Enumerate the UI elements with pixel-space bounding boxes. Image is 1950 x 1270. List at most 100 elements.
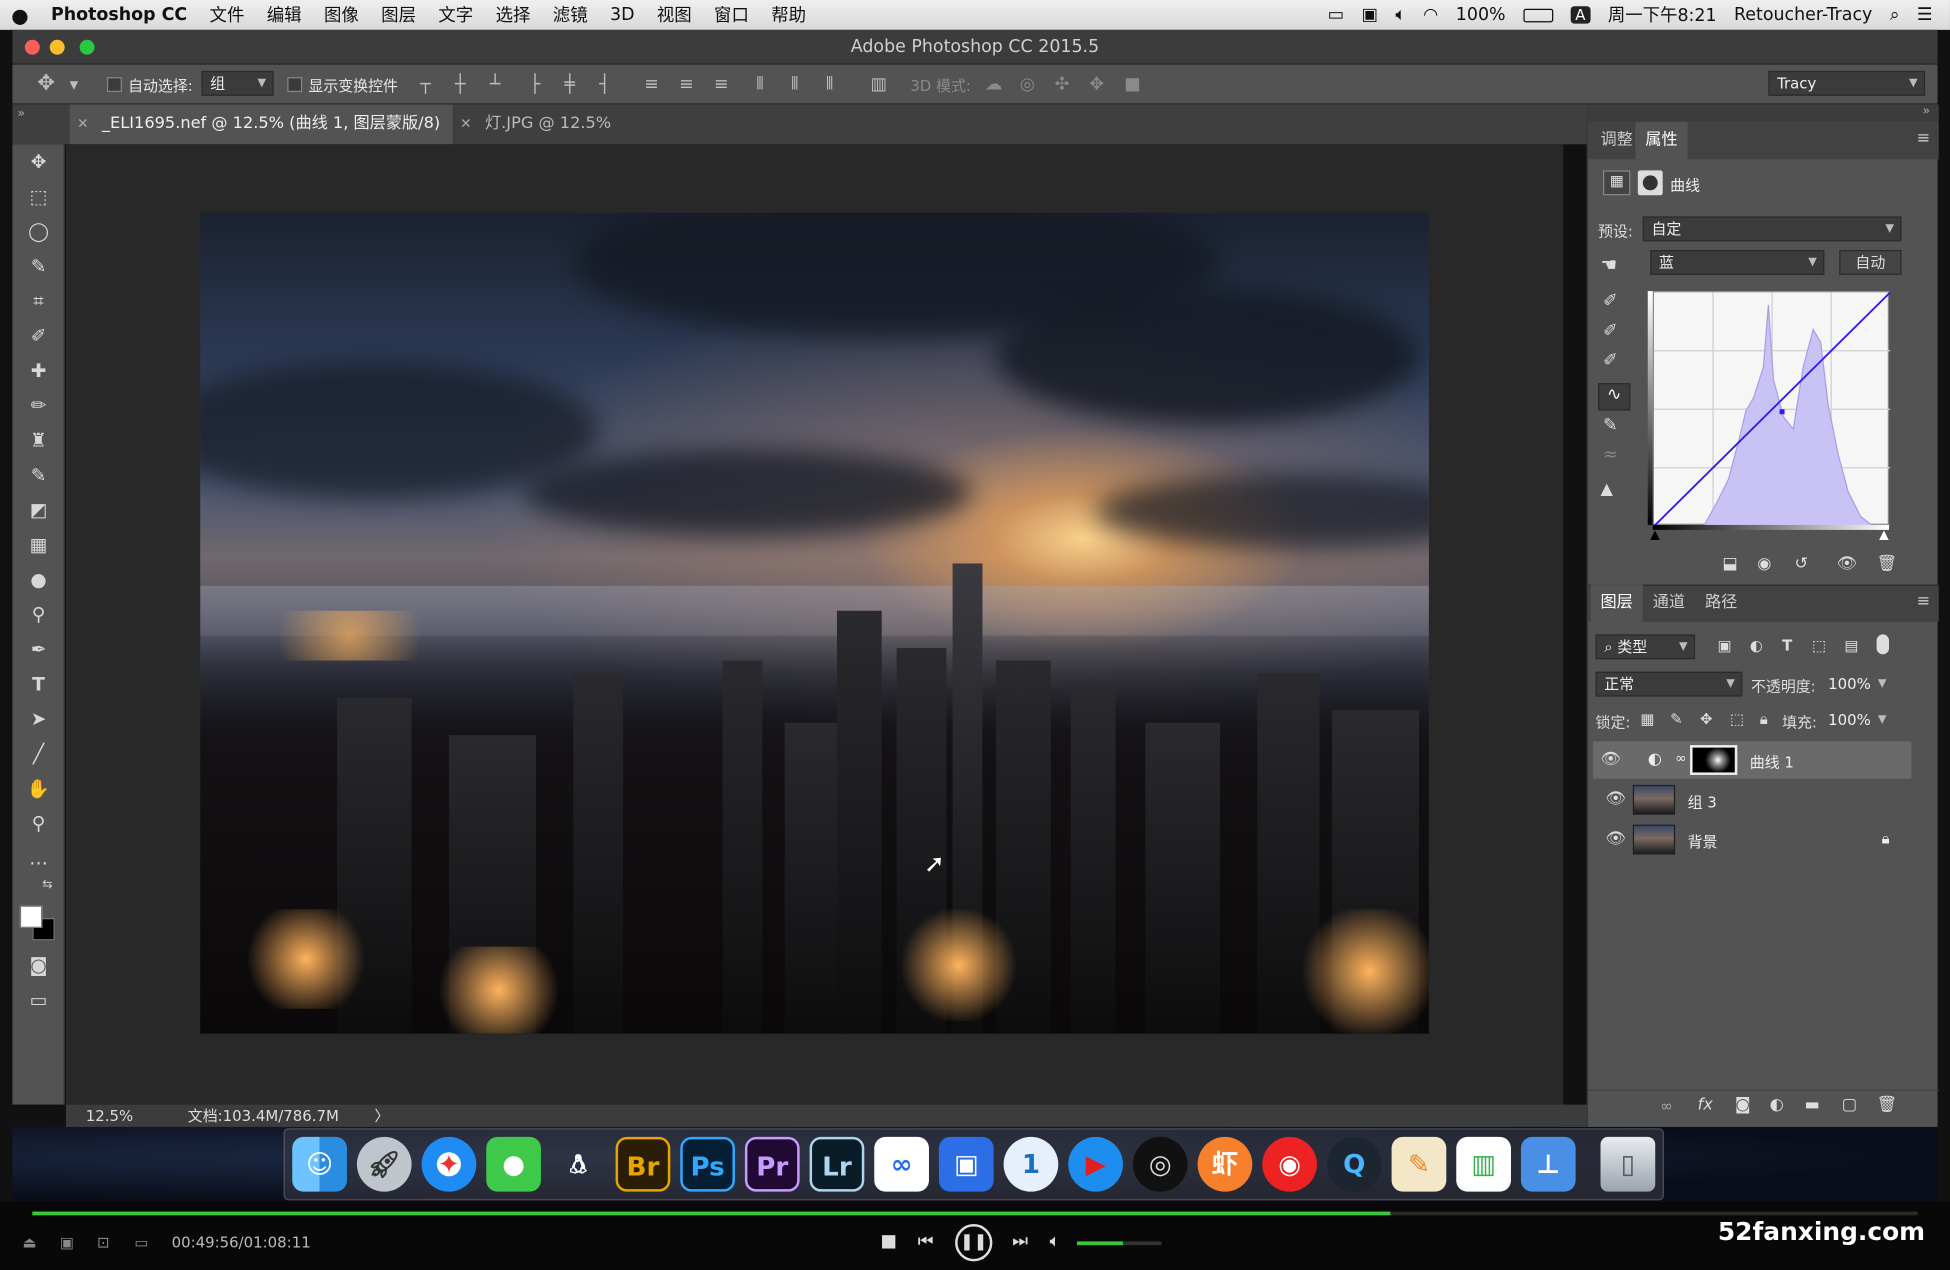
screen-mode-icon[interactable]: ▭ [22, 986, 54, 1013]
lightroom-icon[interactable]: Lr [809, 1136, 865, 1192]
delete-layer-icon[interactable]: 🗑︎ [1877, 1096, 1898, 1115]
clipping-warning-icon[interactable]: ▲ [1601, 480, 1613, 499]
menu-edit[interactable]: 编辑 [256, 2, 313, 27]
healing-brush-tool-icon[interactable]: ✚ [22, 357, 54, 384]
auto-select-dropdown[interactable]: 组 ▼ [201, 70, 274, 96]
add-mask-icon[interactable]: ◙ [1735, 1096, 1751, 1115]
filter-toggle-icon[interactable] [1876, 634, 1890, 655]
3d-slide-icon[interactable]: ✥ [1089, 75, 1104, 95]
aperture-icon[interactable]: ◎ [1132, 1136, 1188, 1192]
close-tab-icon[interactable]: ✕ [460, 104, 471, 144]
numbers-icon[interactable]: ▥ [1456, 1136, 1511, 1192]
pages-icon[interactable]: ✎ [1391, 1136, 1447, 1192]
zoom-level[interactable]: 12.5% [86, 1105, 133, 1127]
screen-record-icon[interactable]: ▣ [1361, 5, 1377, 25]
auto-select-checkbox[interactable] [106, 77, 122, 93]
auto-button[interactable]: 自动 [1839, 250, 1902, 275]
opacity-field[interactable]: 100% ▼ [1819, 671, 1895, 697]
document-size[interactable]: 文档:103.4M/786.7M [188, 1105, 339, 1127]
link-layers-icon[interactable]: ∞ [1660, 1097, 1672, 1114]
filter-pixel-icon[interactable]: ▣ [1717, 637, 1731, 654]
eject-icon[interactable]: ⏏ [22, 1234, 36, 1251]
filter-shape-icon[interactable]: ⬚ [1812, 637, 1826, 654]
quicktime-icon[interactable]: Q [1326, 1136, 1382, 1192]
volume-icon[interactable]: 🔈︎ [1050, 1231, 1060, 1251]
3d-camera-icon[interactable]: ■ [1124, 75, 1140, 95]
eyedropper-tool-icon[interactable]: ✐ [22, 322, 54, 349]
delete-adjustment-icon[interactable]: 🗑︎ [1877, 555, 1898, 574]
curves-adjustment-icon[interactable]: ▦ [1603, 170, 1631, 196]
preset-dropdown[interactable]: 自定 ▼ [1642, 216, 1902, 242]
menu-file[interactable]: 文件 [198, 2, 255, 27]
tab-paths[interactable]: 路径 [1695, 585, 1747, 622]
filter-adjustment-icon[interactable]: ◐ [1750, 637, 1763, 654]
distribute-right-icon[interactable]: ⦀ [826, 75, 834, 95]
auto-align-icon[interactable]: ▥ [871, 75, 887, 95]
volume-icon[interactable]: 🔈︎ [1395, 5, 1405, 25]
type-tool-icon[interactable]: T [22, 670, 54, 697]
battery-icon[interactable] [1522, 8, 1553, 22]
baidu-cloud-icon[interactable]: ∞ [874, 1136, 929, 1192]
black-input-slider[interactable]: ▲ [1650, 529, 1660, 543]
new-layer-icon[interactable]: ▢ [1842, 1096, 1857, 1115]
show-transform-checkbox[interactable] [287, 77, 303, 93]
channel-dropdown[interactable]: 蓝 ▼ [1650, 250, 1825, 275]
layer-name[interactable]: 组 3 [1688, 791, 1717, 812]
filter-type-icon[interactable]: T [1782, 637, 1792, 654]
eye-icon[interactable]: 👁︎ [1601, 750, 1622, 769]
align-top-icon[interactable]: ┬ [420, 75, 430, 95]
panel-menu-icon[interactable]: ≡ [1917, 592, 1931, 611]
path-select-tool-icon[interactable]: ➤ [22, 705, 54, 732]
1password-icon[interactable]: 1 [1003, 1136, 1059, 1192]
tab-eli1695[interactable]: ✕ _ELI1695.nef @ 12.5% (曲线 1, 图层蒙版/8) * [69, 104, 453, 173]
stop-icon[interactable]: ■ [880, 1231, 896, 1251]
bridge-icon[interactable]: Br [615, 1136, 671, 1192]
layer-row-curves[interactable]: 👁︎ ◐ ∞ 曲线 1 [1593, 741, 1912, 779]
fullscreen-icon[interactable]: ▣ [60, 1234, 74, 1251]
blur-tool-icon[interactable]: ● [22, 566, 54, 593]
layer-mask-thumbnail[interactable] [1690, 745, 1738, 775]
layer-mask-icon[interactable] [1637, 170, 1663, 196]
video-app-icon[interactable]: ▣ [938, 1136, 994, 1192]
xiami-icon[interactable]: 虾 [1197, 1136, 1253, 1192]
trash-icon[interactable]: ▯ [1600, 1136, 1656, 1192]
input-source-icon[interactable]: A [1570, 6, 1591, 24]
progress-track[interactable] [32, 1211, 1918, 1216]
menu-view[interactable]: 视图 [646, 2, 703, 27]
smooth-curve-icon[interactable]: ≈ [1603, 445, 1618, 465]
chevron-down-icon[interactable]: ▼ [70, 76, 79, 96]
menubar-clock[interactable]: 周一下午8:21 [1608, 2, 1717, 27]
lock-artboard-icon[interactable]: ⬚ [1730, 710, 1744, 727]
target-adjust-hand-icon[interactable]: ☚ [1601, 254, 1618, 276]
align-vcenter-icon[interactable]: ┼ [455, 75, 465, 95]
tab-layers[interactable]: 图层 [1590, 584, 1643, 622]
layer-row-group3[interactable]: 👁︎ 组 3 [1598, 781, 1911, 818]
filter-smart-object-icon[interactable]: ▤ [1844, 637, 1858, 654]
black-point-eyedropper-icon[interactable]: ✐ [1603, 291, 1618, 311]
blend-mode-dropdown[interactable]: 正常 ▼ [1595, 671, 1743, 697]
align-right-icon[interactable]: ┤ [599, 75, 609, 95]
spotlight-icon[interactable]: ⌕ [1890, 5, 1900, 25]
3d-roll-icon[interactable]: ◎ [1020, 75, 1035, 95]
panel-collapse-icon[interactable]: » [17, 107, 25, 121]
menu-filter[interactable]: 滤镜 [542, 2, 599, 27]
toggle-visibility-icon[interactable]: 👁︎ [1837, 555, 1858, 574]
canvas-area[interactable]: ➚ [65, 144, 1564, 1105]
eraser-tool-icon[interactable]: ◩ [22, 496, 54, 523]
workspace-dropdown[interactable]: Tracy ▼ [1768, 70, 1926, 96]
menu-help[interactable]: 帮助 [760, 2, 817, 27]
dodge-tool-icon[interactable]: ⚲ [22, 601, 54, 628]
next-icon[interactable]: ⏭ [1012, 1231, 1028, 1251]
menubar-user[interactable]: Retoucher-Tracy [1734, 5, 1872, 25]
safari-icon[interactable]: ✦ [421, 1136, 477, 1192]
wechat-icon[interactable]: ● [486, 1136, 541, 1192]
lock-transparent-icon[interactable]: ▦ [1640, 710, 1654, 727]
distribute-top-icon[interactable]: ≡ [644, 75, 659, 95]
new-group-icon[interactable]: ▬ [1804, 1096, 1819, 1115]
document-image[interactable] [200, 212, 1429, 1034]
qq-icon[interactable]: 🐧︎ [551, 1137, 606, 1192]
edit-points-curve-icon[interactable]: ∿ [1598, 383, 1631, 411]
pen-tool-icon[interactable]: ✒ [22, 636, 54, 663]
launchpad-icon[interactable]: 🚀︎ [356, 1136, 412, 1192]
view-previous-state-icon[interactable]: ◉ [1757, 555, 1771, 574]
